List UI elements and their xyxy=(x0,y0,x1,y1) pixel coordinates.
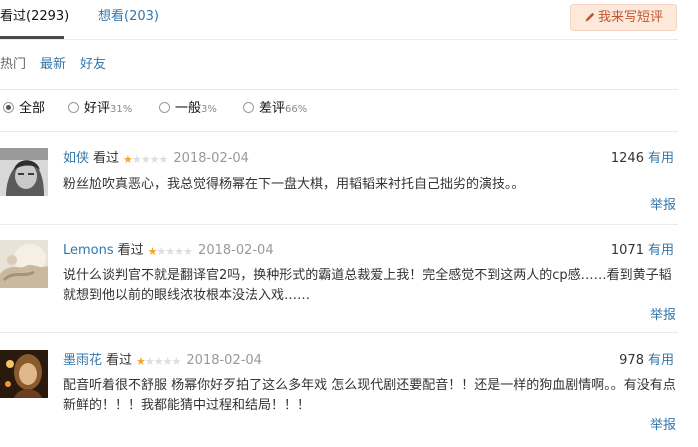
comment-votes: 1071 有用 xyxy=(611,242,674,260)
comment-text: 粉丝尬吹真恶心，我总觉得杨幂在下一盘大棋，用韬韬来衬托自己拙劣的演技。。 xyxy=(63,177,525,192)
comment-date: 2018-02-04 xyxy=(198,243,274,258)
comment-date: 2018-02-04 xyxy=(186,353,262,368)
filter-percent: 31% xyxy=(110,104,133,115)
filter-neutral[interactable]: 一般3% xyxy=(159,100,217,119)
filter-percent: 66% xyxy=(285,104,308,115)
useful-button[interactable]: 有用 xyxy=(648,353,674,368)
active-tab-underline xyxy=(0,36,64,39)
comment-header: 如侠 看过 ★★★★★ 2018-02-04 xyxy=(63,150,249,169)
radio-icon xyxy=(68,102,79,113)
star-empty-icon: ★ xyxy=(171,355,182,368)
report-link[interactable]: 举报 xyxy=(650,307,676,325)
filter-label: 好评 xyxy=(84,101,111,116)
star-empty-icon: ★ xyxy=(183,245,193,258)
pencil-icon xyxy=(584,7,596,32)
comment-votes: 1246 有用 xyxy=(611,150,674,168)
divider xyxy=(0,131,678,132)
comment-status: 看过 xyxy=(93,151,120,166)
comment-status: 看过 xyxy=(117,243,144,258)
comment-text: 说什么谈判官不就是翻译官2吗，换种形式的霸道总裁爱上我！完全感觉不到这两人的cp… xyxy=(63,268,672,303)
radio-icon xyxy=(159,102,170,113)
star-empty-icon: ★ xyxy=(131,153,142,166)
star-empty-icon: ★ xyxy=(140,153,151,166)
rating-stars: ★★★★★ xyxy=(147,243,193,261)
comment-header: Lemons 看过 ★★★★★ 2018-02-04 xyxy=(63,242,274,261)
comment-date: 2018-02-04 xyxy=(173,151,249,166)
star-empty-icon: ★ xyxy=(174,245,184,258)
star-filled-icon: ★ xyxy=(136,355,146,368)
useful-button[interactable]: 有用 xyxy=(648,151,674,166)
tab-want-to-watch[interactable]: 想看(203) xyxy=(98,8,159,26)
write-review-label: 我来写短评 xyxy=(597,10,663,25)
divider xyxy=(0,224,678,225)
star-empty-icon: ★ xyxy=(158,153,169,166)
avatar[interactable] xyxy=(0,148,48,196)
radio-icon xyxy=(243,102,254,113)
comment-status: 看过 xyxy=(106,353,133,368)
star-empty-icon: ★ xyxy=(149,153,160,166)
report-link[interactable]: 举报 xyxy=(650,197,676,215)
star-empty-icon: ★ xyxy=(165,245,175,258)
comment-username[interactable]: 如侠 xyxy=(63,151,89,166)
rating-filter: 全部 好评31% 一般3% 差评66% xyxy=(0,100,678,118)
filter-label: 一般 xyxy=(175,101,202,116)
comment-item: Lemons 看过 ★★★★★ 2018-02-04 1071 有用 说什么谈判官不就是… xyxy=(0,240,678,326)
comment-username[interactable]: 墨雨花 xyxy=(63,353,102,368)
rating-stars: ★★★★★ xyxy=(136,353,182,371)
radio-checked-icon xyxy=(3,102,14,113)
filter-label: 全部 xyxy=(19,101,46,116)
comment-text: 配音听着很不舒服 杨幂你好歹拍了这么多年戏 怎么现代剧还要配音！！还是一样的狗血… xyxy=(63,378,676,413)
comment-header: 墨雨花 看过 ★★★★★ 2018-02-04 xyxy=(63,352,262,371)
report-link[interactable]: 举报 xyxy=(650,417,676,435)
avatar[interactable] xyxy=(0,350,48,398)
star-empty-icon: ★ xyxy=(153,355,164,368)
star-empty-icon: ★ xyxy=(144,355,155,368)
vote-count: 1246 xyxy=(610,151,644,166)
avatar[interactable] xyxy=(0,240,48,288)
sort-friends[interactable]: 好友 xyxy=(80,56,106,74)
comment-tabs: 看过(2293) 想看(203) 我来写短评 xyxy=(0,0,678,40)
vote-count: 1071 xyxy=(610,243,644,258)
star-empty-icon: ★ xyxy=(162,355,173,368)
star-filled-icon: ★ xyxy=(147,245,158,258)
tab-watched[interactable]: 看过(2293) xyxy=(0,8,69,26)
vote-count: 978 xyxy=(619,353,644,368)
filter-percent: 3% xyxy=(201,104,217,115)
rating-stars: ★★★★★ xyxy=(123,151,169,169)
comment-item: 墨雨花 看过 ★★★★★ 2018-02-04 978 有用 配音听着很不舒服 杨幂你好… xyxy=(0,350,678,440)
filter-positive[interactable]: 好评31% xyxy=(68,100,132,119)
write-review-button[interactable]: 我来写短评 xyxy=(570,4,677,31)
comment-votes: 978 有用 xyxy=(619,352,674,370)
comment-username[interactable]: Lemons xyxy=(63,243,114,258)
sort-hot[interactable]: 热门 xyxy=(0,56,26,74)
divider xyxy=(0,332,678,333)
comment-item: 如侠 看过 ★★★★★ 2018-02-04 1246 有用 粉丝尬吹真恶心，我总觉得杨… xyxy=(0,148,678,218)
filter-all[interactable]: 全部 xyxy=(3,100,45,118)
useful-button[interactable]: 有用 xyxy=(648,243,674,258)
sort-latest[interactable]: 最新 xyxy=(40,56,66,74)
filter-negative[interactable]: 差评66% xyxy=(243,100,307,119)
divider xyxy=(0,89,678,90)
filter-label: 差评 xyxy=(259,101,286,116)
star-filled-icon: ★ xyxy=(123,153,133,166)
